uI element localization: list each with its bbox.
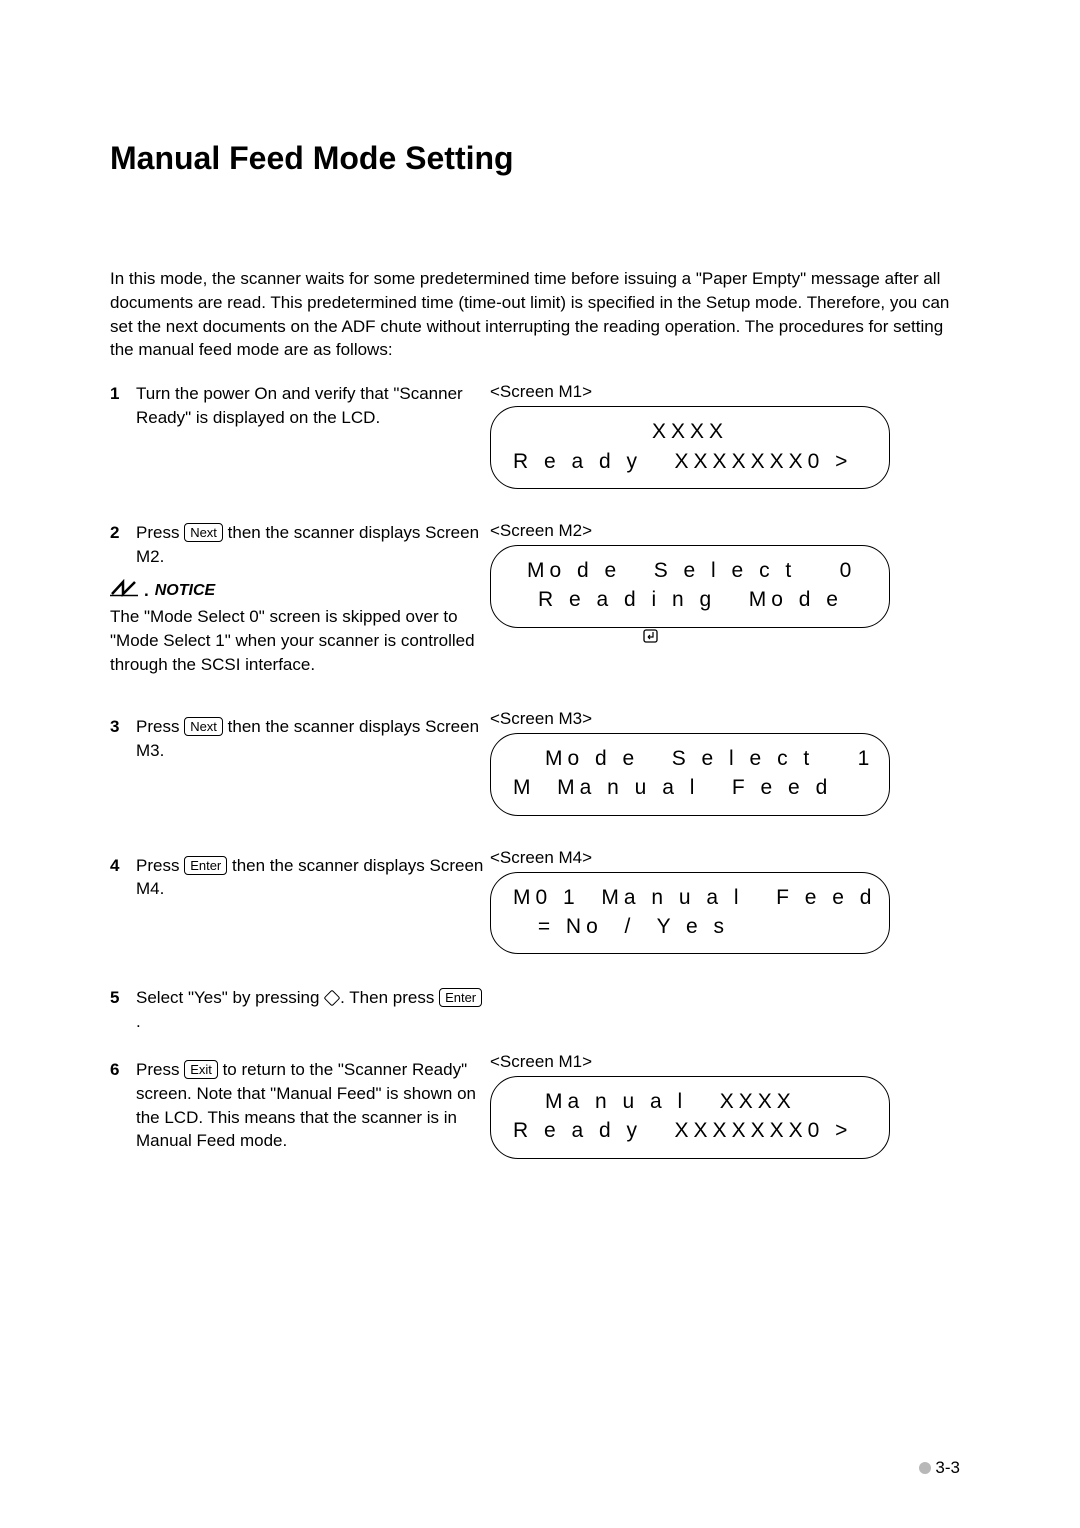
screen-label: <Screen M4>	[490, 848, 970, 868]
text-fragment: Press	[136, 717, 184, 736]
lcd-line: Mo d e S e l e c t 1	[509, 744, 871, 773]
content-area: 1 Turn the power On and verify that "Sca…	[110, 382, 970, 1159]
step-text: Turn the power On and verify that "Scann…	[136, 382, 490, 430]
step-number: 3	[110, 715, 136, 739]
screen-label: <Screen M1>	[490, 382, 970, 402]
lcd-screen-m3: Mo d e S e l e c t 1 M Ma n u a l F e e …	[490, 733, 890, 816]
notice-text: The "Mode Select 0" screen is skipped ov…	[110, 605, 490, 676]
step-number: 1	[110, 382, 136, 406]
lcd-screen-m1b: Ma n u a l XXXX R e a d y XXXXXXX0 >	[490, 1076, 890, 1159]
text-fragment: . Then press	[340, 988, 439, 1007]
notice-icon	[110, 579, 138, 604]
page-title: Manual Feed Mode Setting	[110, 140, 970, 177]
lcd-screen-m4: M0 1 Ma n u a l F e e d = No / Y e s	[490, 872, 890, 955]
return-arrow-icon	[513, 593, 528, 607]
screen-label: <Screen M1>	[490, 1052, 970, 1072]
lcd-line: R e a d y XXXXXXX0 >	[509, 1116, 871, 1145]
lcd-line: Ma n u a l XXXX	[509, 1087, 871, 1116]
lcd-line: M0 1 Ma n u a l F e e d	[509, 883, 871, 912]
step-number: 2	[110, 521, 136, 545]
step-text: Select "Yes" by pressing . Then press En…	[136, 986, 490, 1034]
text-fragment: Press	[136, 856, 184, 875]
lcd-line: XXXX	[509, 417, 871, 446]
exit-key-icon: Exit	[184, 1060, 218, 1079]
step-number: 6	[110, 1058, 136, 1082]
lcd-line: Mo d e S e l e c t 0	[509, 556, 871, 585]
period: .	[136, 1012, 141, 1031]
intro-paragraph: In this mode, the scanner waits for some…	[110, 267, 970, 362]
screen-label: <Screen M3>	[490, 709, 970, 729]
diamond-icon	[324, 990, 341, 1007]
step-text: Press Exit to return to the "Scanner Rea…	[136, 1058, 490, 1153]
lcd-screen-m1: XXXX R e a d y XXXXXXX0 >	[490, 406, 890, 489]
enter-key-icon: Enter	[184, 856, 227, 875]
step-text: Press Next then the scanner displays Scr…	[136, 521, 490, 569]
lcd-line: R e a d y XXXXXXX0 >	[509, 447, 871, 476]
step-text: Press Next then the scanner displays Scr…	[136, 715, 490, 763]
lcd-line: R e a d i n g Mo d e	[509, 585, 871, 614]
text-fragment: Press	[136, 523, 184, 542]
text-fragment: Press	[136, 1060, 184, 1079]
step-number: 4	[110, 854, 136, 878]
lcd-line: M Ma n u a l F e e d	[509, 773, 871, 802]
notice-dot: .	[144, 579, 149, 603]
page-number-text: 3-3	[935, 1458, 960, 1478]
text-fragment: Select "Yes" by pressing	[136, 988, 324, 1007]
next-key-icon: Next	[184, 717, 223, 736]
enter-key-icon: Enter	[439, 988, 482, 1007]
page-number: 3-3	[919, 1458, 960, 1478]
notice-label: NOTICE	[155, 580, 215, 602]
bullet-icon	[919, 1462, 931, 1474]
lcd-text: R e a d i n g Mo d e	[538, 585, 843, 614]
step-text: Press Enter then the scanner displays Sc…	[136, 854, 490, 902]
lcd-line: = No / Y e s	[509, 912, 871, 941]
next-key-icon: Next	[184, 523, 223, 542]
lcd-screen-m2: Mo d e S e l e c t 0 R e a d i n g Mo d …	[490, 545, 890, 628]
screen-label: <Screen M2>	[490, 521, 970, 541]
step-number: 5	[110, 986, 136, 1010]
